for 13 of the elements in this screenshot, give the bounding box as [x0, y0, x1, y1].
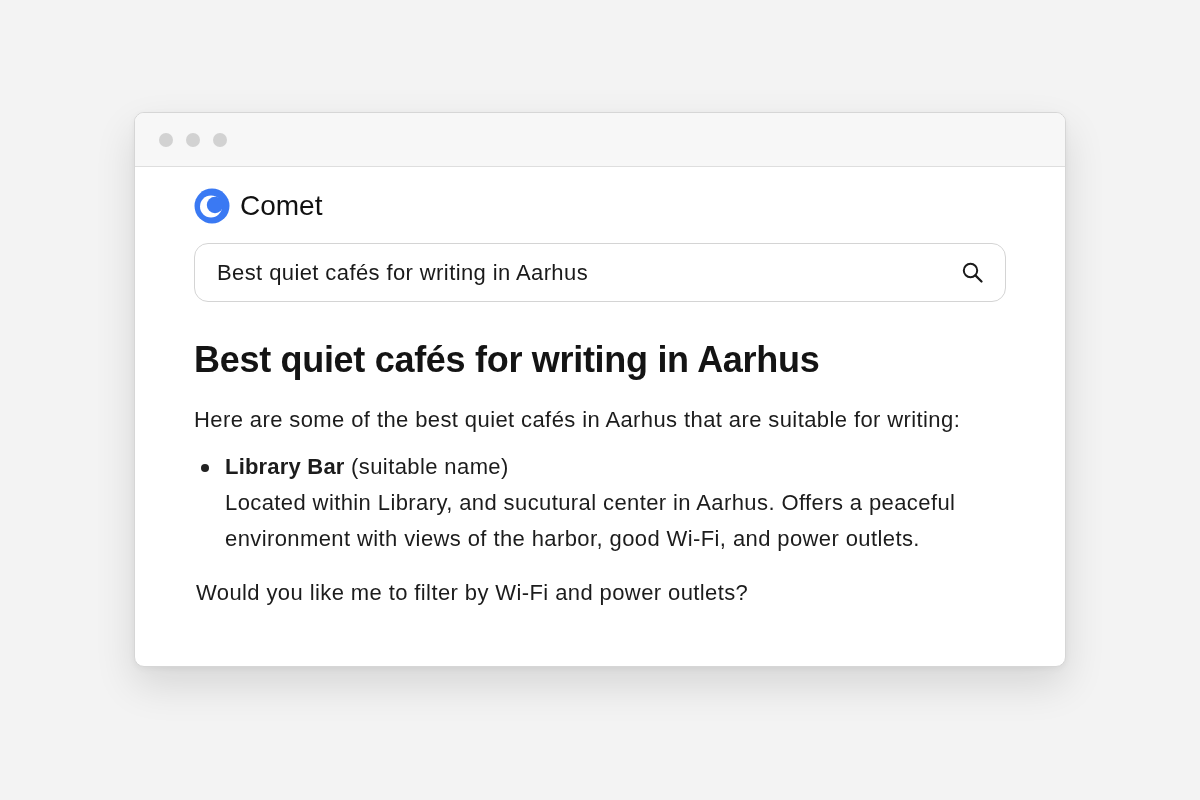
bullet-icon: [201, 464, 209, 472]
list-item-description: Located within Library, and sucutural center in Aarhus. Offers a peaceful environment with views of the harbor, good Wi-Fi, and power outlets.: [225, 489, 957, 553]
list-item-title: Library Bar (suitable name): [225, 453, 510, 481]
follow-up-question: Would you like me to filter by Wi-Fi and power outlets?: [195, 579, 750, 607]
window-control-icon[interactable]: [186, 132, 200, 147]
app-name: Comet: [240, 190, 323, 222]
search-icon[interactable]: [962, 262, 983, 283]
logo-icon: [194, 188, 230, 224]
intro-paragraph: Here are some of the best quiet cafés in Aarhus that are suitable for writing:: [194, 406, 962, 434]
window-control-icon[interactable]: [159, 132, 173, 147]
search-field[interactable]: Best quiet cafés for writing in Aarhus: [194, 243, 1006, 302]
answer-title: Best quiet cafés for writing in Aarhus: [194, 339, 821, 381]
window-control-icon[interactable]: [213, 132, 227, 147]
